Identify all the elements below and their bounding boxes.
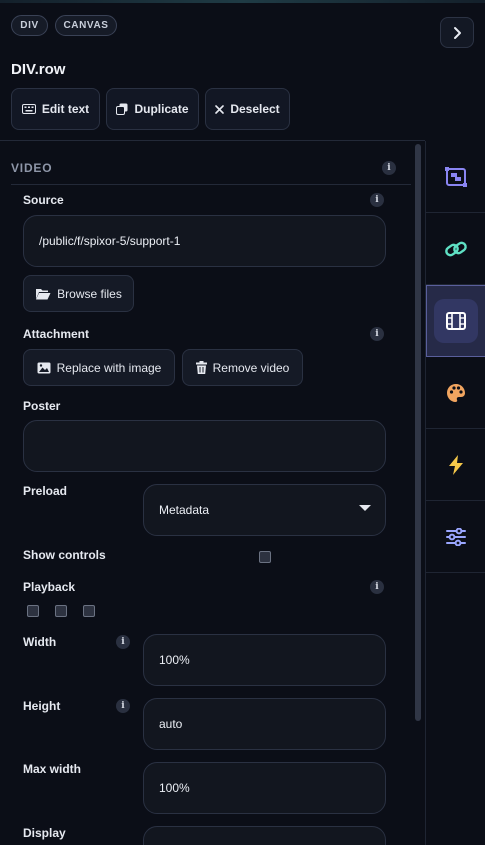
width-input[interactable]: 100% [143, 634, 386, 686]
chevron-right-icon [454, 26, 461, 39]
collapse-panel-button[interactable] [440, 17, 474, 48]
section-info-icon[interactable]: i [382, 161, 396, 175]
display-label: Display [23, 826, 66, 840]
browse-files-label: Browse files [57, 286, 122, 301]
close-icon [215, 104, 225, 114]
playback-label: Playback [23, 580, 76, 594]
duplicate-label: Duplicate [134, 102, 189, 116]
playback-checkbox-2[interactable] [55, 605, 67, 617]
width-info-icon[interactable]: i [116, 635, 130, 649]
source-input[interactable]: /public/f/spixor-5/support-1 [23, 215, 386, 267]
film-icon [446, 312, 466, 330]
section-title: VIDEO [11, 161, 53, 175]
width-label: Width [23, 635, 57, 649]
height-info-icon[interactable]: i [116, 699, 130, 713]
deselect-button[interactable]: Deselect [205, 88, 290, 130]
duplicate-button[interactable]: Duplicate [106, 88, 199, 130]
playback-checkbox-1[interactable] [27, 605, 39, 617]
element-title: DIV.row [11, 61, 66, 78]
image-icon [37, 362, 51, 373]
preload-label: Preload [23, 484, 68, 498]
tab-media[interactable] [426, 285, 485, 357]
source-info-icon[interactable]: i [370, 193, 384, 207]
inspector-tab-rail [425, 141, 485, 845]
badge-div: DIV [11, 15, 48, 36]
chevron-down-icon [359, 505, 371, 511]
replace-with-image-label: Replace with image [56, 360, 162, 375]
attachment-label: Attachment [23, 327, 90, 341]
remove-video-button[interactable]: Remove video [182, 349, 303, 386]
edit-text-label: Edit text [41, 102, 90, 116]
tab-links[interactable] [426, 213, 485, 285]
sliders-icon [446, 527, 466, 546]
tab-layout[interactable] [426, 141, 485, 213]
top-accent-line [0, 0, 485, 3]
deselect-label: Deselect [230, 102, 280, 116]
duplicate-icon [116, 103, 128, 115]
section-divider [11, 184, 411, 185]
preload-select[interactable]: Metadata [143, 484, 386, 536]
playback-checkbox-3[interactable] [83, 605, 95, 617]
badge-canvas: CANVAS [55, 15, 117, 36]
lightning-icon [449, 454, 463, 475]
poster-input[interactable] [23, 420, 386, 472]
link-icon [445, 241, 467, 256]
height-input[interactable]: auto [143, 698, 386, 750]
show-controls-label: Show controls [23, 548, 106, 562]
source-label: Source [23, 193, 64, 207]
browse-files-button[interactable]: Browse files [23, 275, 134, 312]
folder-open-icon [36, 288, 51, 299]
show-controls-checkbox[interactable] [259, 551, 271, 563]
tab-settings[interactable] [426, 501, 485, 573]
replace-with-image-button[interactable]: Replace with image [23, 349, 175, 386]
max-width-input[interactable]: 100% [143, 762, 386, 814]
attachment-info-icon[interactable]: i [370, 327, 384, 341]
preload-selected-value: Metadata [159, 503, 210, 517]
playback-info-icon[interactable]: i [370, 580, 384, 594]
poster-label: Poster [23, 399, 61, 413]
keyboard-icon [21, 104, 36, 114]
panel-scrollbar[interactable] [415, 144, 421, 721]
palette-icon [447, 383, 465, 402]
tab-style[interactable] [426, 357, 485, 429]
tab-interactions[interactable] [426, 429, 485, 501]
remove-video-label: Remove video [212, 360, 290, 375]
height-label: Height [23, 699, 61, 713]
edit-text-button[interactable]: Edit text [11, 88, 100, 130]
max-width-label: Max width [23, 762, 82, 776]
trash-icon [195, 361, 207, 374]
display-input[interactable] [143, 826, 386, 845]
layout-icon [445, 166, 467, 187]
header-divider [0, 140, 425, 141]
